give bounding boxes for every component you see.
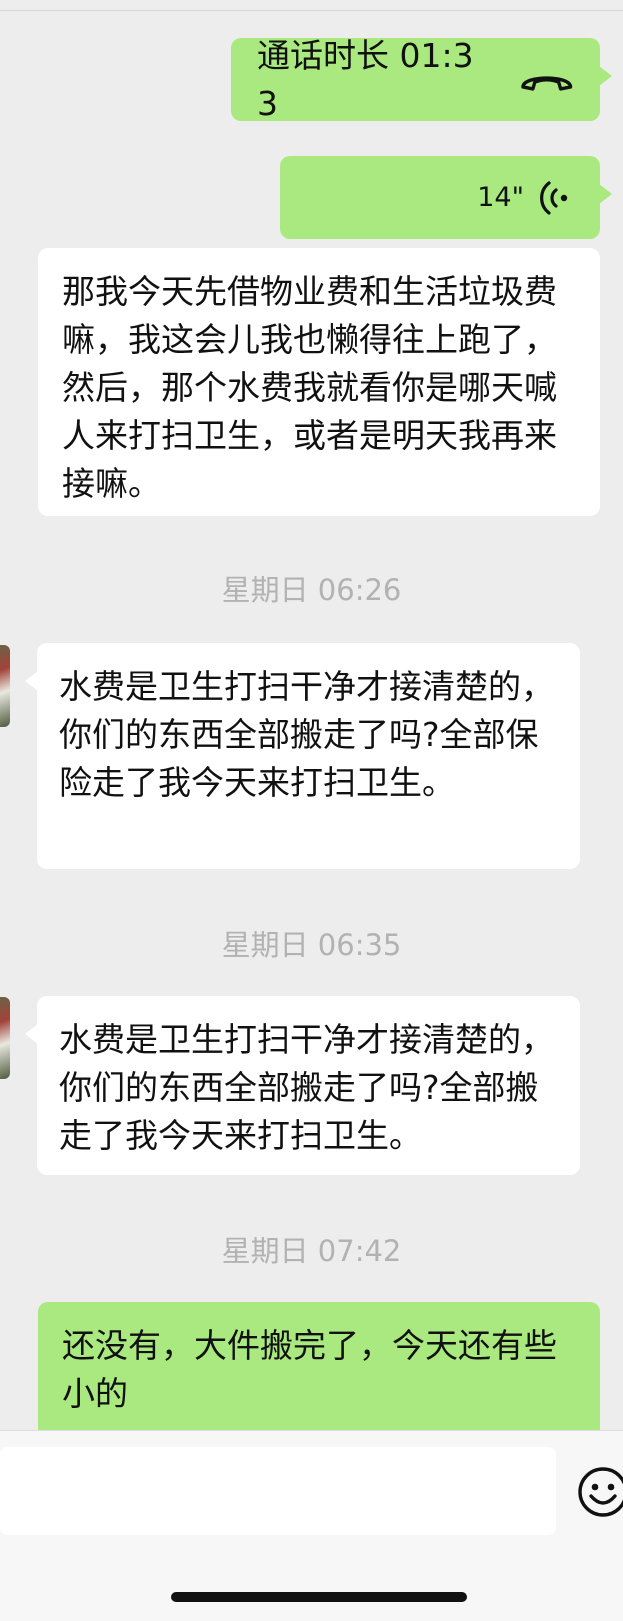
voice-wave-icon <box>540 180 568 215</box>
input-bar <box>0 1430 623 1621</box>
message-text: 还没有，大件搬完了，今天还有些小的 <box>62 1326 557 1413</box>
message-bubble[interactable]: 那我今天先借物业费和生活垃圾费嘛，我这会儿我也懒得往上跑了，然后，那个水费我就看… <box>38 248 600 516</box>
message-bubble[interactable]: 水费是卫生打扫干净才接清楚的，你们的东西全部搬走了吗?全部搬走了我今天来打扫卫生… <box>25 996 580 1175</box>
call-record-bubble[interactable]: 通话时长 01:33 <box>231 36 612 123</box>
message-input[interactable] <box>0 1447 556 1535</box>
voice-message-bubble[interactable]: 14" <box>280 156 612 239</box>
voice-duration: 14" <box>477 181 524 213</box>
message-text: 水费是卫生打扫干净才接清楚的，你们的东西全部搬走了吗?全部搬走了我今天来打扫卫生… <box>59 1020 554 1155</box>
emoji-icon[interactable] <box>577 1466 623 1518</box>
top-divider <box>0 10 623 11</box>
message-text: 那我今天先借物业费和生活垃圾费嘛，我这会儿我也懒得往上跑了，然后，那个水费我就看… <box>62 272 557 503</box>
timestamp: 星期日 06:26 <box>221 573 402 607</box>
message-text: 水费是卫生打扫干净才接清楚的，你们的东西全部搬走了吗?全部保险走了我今天来打扫卫… <box>59 667 554 802</box>
phone-hangup-icon <box>520 75 572 91</box>
home-indicator <box>171 1592 467 1602</box>
avatar[interactable] <box>0 997 10 1079</box>
avatar[interactable] <box>0 645 10 727</box>
message-bubble[interactable]: 水费是卫生打扫干净才接清楚的，你们的东西全部搬走了吗?全部保险走了我今天来打扫卫… <box>25 643 580 869</box>
timestamp: 星期日 06:35 <box>221 928 402 962</box>
call-duration-label: 通话时长 01:33 <box>257 35 474 123</box>
timestamp: 星期日 07:42 <box>221 1234 402 1268</box>
